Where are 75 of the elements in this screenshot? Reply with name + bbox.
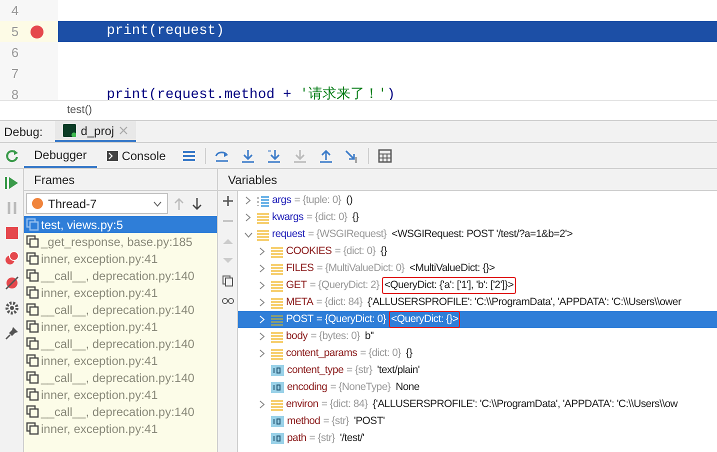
chevron-down-icon <box>153 200 162 206</box>
frame-item[interactable]: test, views.py:5 <box>24 216 217 233</box>
debug-tab[interactable]: Console <box>96 143 176 168</box>
chevron-right-icon[interactable] <box>259 400 265 409</box>
list-icon <box>257 194 269 206</box>
rerun-icon[interactable] <box>5 148 19 162</box>
chevron-right-icon[interactable] <box>259 332 265 341</box>
console-icon <box>106 150 118 160</box>
debug-label: Debug: <box>4 124 43 140</box>
list-icon <box>271 348 283 360</box>
chevron-right-icon[interactable] <box>259 349 265 358</box>
list-icon <box>271 314 283 326</box>
list-icon <box>257 212 269 224</box>
step-out-icon[interactable] <box>318 148 334 164</box>
chevron-right-icon[interactable] <box>259 264 265 273</box>
thread-dropdown[interactable]: Thread-7 <box>26 193 168 214</box>
variable-row[interactable]: content_params = {dict: 0} {} <box>238 345 717 362</box>
stop-icon[interactable] <box>4 225 20 241</box>
breadcrumb[interactable]: test() <box>67 102 92 119</box>
pin-icon[interactable] <box>4 325 20 341</box>
chevron-right-icon[interactable] <box>259 298 265 307</box>
list-icon <box>271 398 283 410</box>
step-into-mine-icon[interactable] <box>266 148 282 164</box>
frame-icon <box>26 218 39 231</box>
thread-status-icon <box>32 198 43 209</box>
variable-row[interactable]: request = {WSGIRequest} <WSGIRequest: POST '/test/?a=1&b=2'> <box>238 226 717 243</box>
add-icon[interactable] <box>222 195 234 207</box>
arrow-down-icon[interactable] <box>190 196 204 210</box>
line-number: 5 <box>10 22 20 41</box>
copy-icon[interactable] <box>222 275 234 287</box>
list-icon <box>271 246 283 258</box>
resume-icon[interactable] <box>4 175 20 191</box>
value-icon <box>271 382 284 393</box>
variable-row[interactable]: COOKIES = {dict: 0} {} <box>238 243 717 260</box>
value-icon <box>271 433 284 444</box>
value-icon <box>271 365 284 376</box>
settings-icon[interactable] <box>4 300 20 316</box>
breakpoints-icon[interactable] <box>4 250 20 266</box>
variable-row[interactable]: body = {bytes: 0} b'' <box>238 328 717 345</box>
list-icon <box>271 280 283 292</box>
chevron-down-icon[interactable] <box>244 232 252 238</box>
value-icon <box>271 416 284 427</box>
variable-row[interactable]: path = {str} '/test/' <box>238 430 717 447</box>
line-number: 4 <box>10 2 20 20</box>
list-icon <box>271 330 283 342</box>
step-into-icon[interactable] <box>240 148 256 164</box>
variable-row[interactable]: GET = {QueryDict: 2} <QueryDict: {'a': ['1'], 'b': ['2']}> <box>238 277 717 294</box>
mute-breakpoints-icon[interactable] <box>4 275 20 291</box>
panel-title: Frames <box>34 172 75 188</box>
variable-row[interactable]: POST = {QueryDict: 0} <QueryDict: {}> <box>238 311 717 328</box>
chevron-right-icon[interactable] <box>245 213 251 222</box>
chevron-right-icon[interactable] <box>259 281 265 290</box>
code-line: print(request) <box>106 22 224 41</box>
variable-row[interactable]: encoding = {NoneType} None <box>238 379 717 396</box>
line-number: 7 <box>10 64 20 83</box>
variable-row[interactable]: method = {str} 'POST' <box>238 413 717 430</box>
chevron-right-icon[interactable] <box>245 196 251 205</box>
chevron-right-icon[interactable] <box>259 247 265 256</box>
variable-row[interactable]: FILES = {MultiValueDict: 0} <MultiValueDict: {}> <box>238 260 717 277</box>
list-icon <box>271 296 283 308</box>
calculator-icon[interactable] <box>376 148 393 164</box>
line-number: 8 <box>10 86 20 100</box>
panel-title: Variables <box>228 172 278 188</box>
line-number: 6 <box>10 44 20 62</box>
list-icon <box>271 262 283 274</box>
variable-row[interactable]: content_type = {str} 'text/plain' <box>238 362 717 379</box>
run-tab[interactable]: d_proj <box>54 121 136 142</box>
variable-row[interactable]: kwargs = {dict: 0} {} <box>238 209 717 226</box>
variable-row[interactable]: META = {dict: 84} {'ALLUSERSPROFILE': 'C:\\ProgramData', 'APPDATA': 'C:\\Users\\ower <box>238 294 717 311</box>
variable-row[interactable]: args = {tuple: 0} () <box>238 192 717 209</box>
list-icon <box>257 228 269 240</box>
breakpoint-icon[interactable] <box>30 24 44 38</box>
variable-row[interactable]: environ = {dict: 84} {'ALLUSERSPROFILE': 'C:\\ProgramData', 'APPDATA': 'C:\\Users\\ow <box>238 396 717 413</box>
glasses-icon[interactable] <box>222 295 234 307</box>
close-icon[interactable] <box>119 126 128 135</box>
